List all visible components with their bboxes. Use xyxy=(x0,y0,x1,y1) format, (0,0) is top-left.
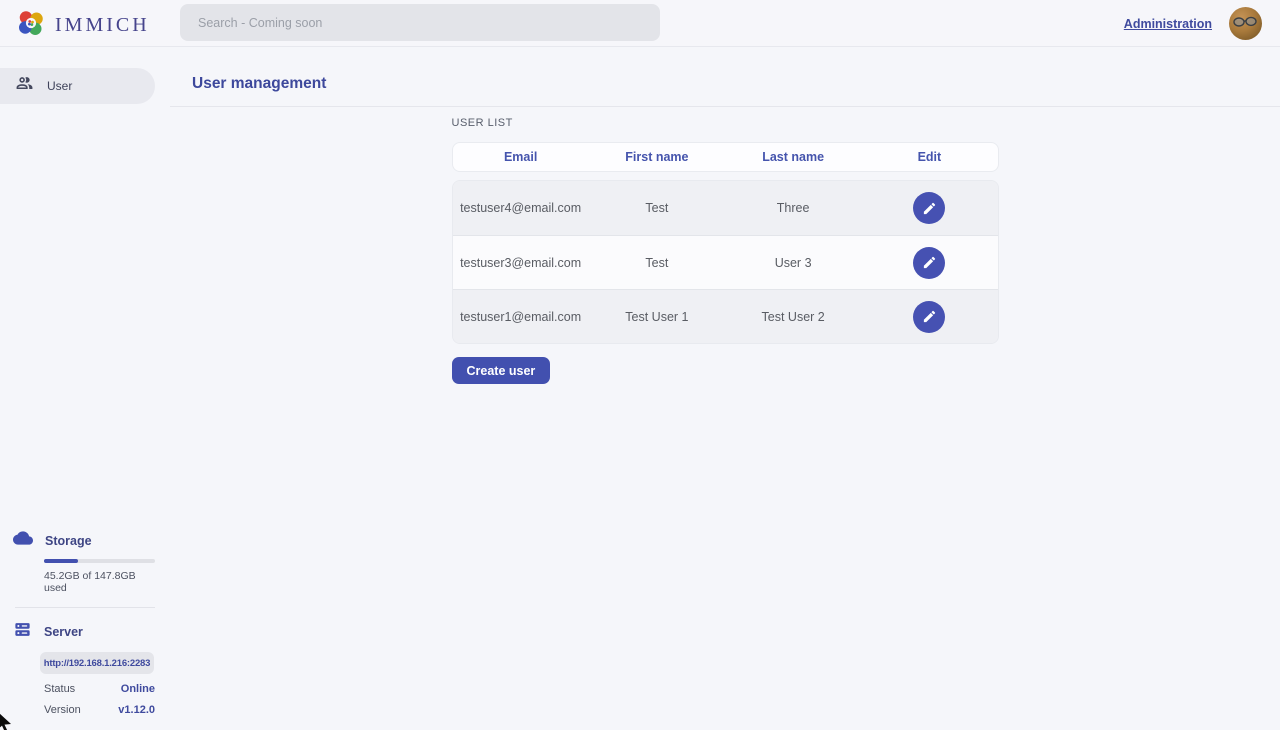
edit-user-button[interactable] xyxy=(913,247,945,279)
user-list-section: USER LIST Email First name Last name Edi… xyxy=(170,117,1280,384)
mouse-cursor xyxy=(0,711,15,730)
storage-title: Storage xyxy=(45,534,92,548)
status-value: Online xyxy=(121,683,155,695)
cell-first-name: Test User 1 xyxy=(589,310,725,324)
cloud-icon xyxy=(13,528,33,553)
search-input[interactable] xyxy=(180,4,660,41)
storage-progress-bar xyxy=(44,559,155,563)
title-divider xyxy=(170,106,1280,107)
cell-email: testuser4@email.com xyxy=(453,201,589,215)
admin-sidebar: User Storage 45.2GB of 147.8GB used xyxy=(0,47,170,730)
storage-progress-fill xyxy=(44,559,78,563)
search-bar xyxy=(180,4,660,41)
app-title: IMMICH xyxy=(55,14,150,37)
top-bar: IMMICH Administration xyxy=(0,0,1280,47)
sidebar-item-label: User xyxy=(47,79,72,93)
create-user-button[interactable]: Create user xyxy=(452,357,551,384)
column-header-first-name: First name xyxy=(589,150,725,164)
immich-admin-app: IMMICH Administration User xyxy=(0,0,1280,730)
user-avatar[interactable] xyxy=(1229,7,1262,40)
sidebar-status-panel: Storage 45.2GB of 147.8GB used xyxy=(0,528,170,730)
user-table-body: testuser4@email.com Test Three te xyxy=(452,180,999,344)
table-row: testuser1@email.com Test User 1 Test Use… xyxy=(453,289,998,343)
immich-flower-icon xyxy=(16,8,46,43)
sidebar-item-user[interactable]: User xyxy=(0,68,155,104)
page-title: User management xyxy=(192,75,326,93)
sidebar-divider xyxy=(15,607,155,608)
pencil-icon xyxy=(922,309,937,324)
server-status-row: Status Online xyxy=(44,683,155,695)
cell-last-name: Three xyxy=(725,201,861,215)
user-table-header: Email First name Last name Edit xyxy=(452,142,999,172)
server-url-badge: http://192.168.1.216:2283 xyxy=(40,652,154,674)
table-row: testuser4@email.com Test Three xyxy=(453,181,998,235)
users-icon xyxy=(15,74,34,98)
status-label: Status xyxy=(44,683,75,695)
main-content: User management USER LIST Email First na… xyxy=(170,47,1280,730)
server-title: Server xyxy=(44,625,83,639)
server-header: Server xyxy=(13,620,155,644)
administration-link[interactable]: Administration xyxy=(1124,17,1212,31)
cell-email: testuser1@email.com xyxy=(453,310,589,324)
glasses-icon xyxy=(1233,16,1258,28)
cell-last-name: Test User 2 xyxy=(725,310,861,324)
brand[interactable]: IMMICH xyxy=(16,8,150,43)
edit-user-button[interactable] xyxy=(913,192,945,224)
topbar-right: Administration xyxy=(1124,0,1262,47)
column-header-last-name: Last name xyxy=(725,150,861,164)
server-icon xyxy=(13,620,32,644)
column-header-email: Email xyxy=(453,150,589,164)
cell-email: testuser3@email.com xyxy=(453,256,589,270)
section-label: USER LIST xyxy=(452,117,999,129)
table-row: testuser3@email.com Test User 3 xyxy=(453,235,998,289)
cell-first-name: Test xyxy=(589,201,725,215)
pencil-icon xyxy=(922,255,937,270)
cell-first-name: Test xyxy=(589,256,725,270)
edit-user-button[interactable] xyxy=(913,301,945,333)
pencil-icon xyxy=(922,201,937,216)
column-header-edit: Edit xyxy=(861,150,997,164)
storage-usage-text: 45.2GB of 147.8GB used xyxy=(44,570,155,594)
version-label: Version xyxy=(44,704,81,716)
server-version-row: Version v1.12.0 xyxy=(44,704,155,716)
cell-last-name: User 3 xyxy=(725,256,861,270)
storage-header: Storage xyxy=(13,528,155,553)
version-value: v1.12.0 xyxy=(118,704,155,716)
